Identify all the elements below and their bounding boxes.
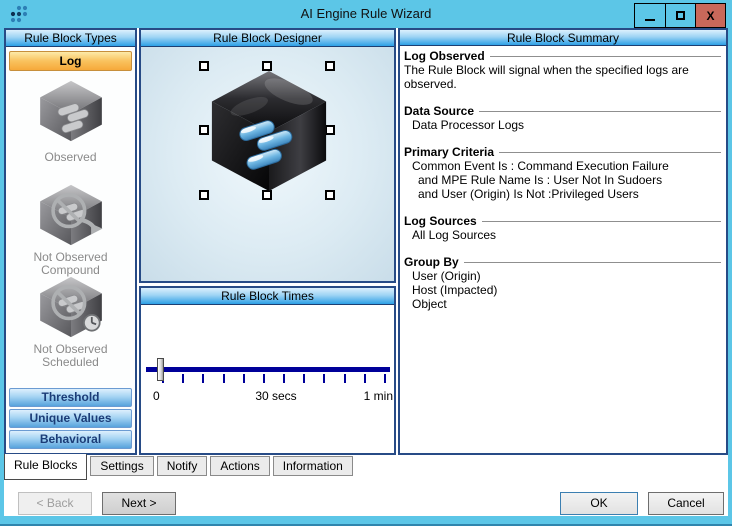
- tab-actions[interactable]: Actions: [210, 456, 270, 476]
- type-button-log[interactable]: Log: [9, 51, 132, 71]
- section-rule-line: [489, 55, 721, 57]
- tab-settings[interactable]: Settings: [90, 456, 154, 476]
- summary-section-data-source: Data Source Data Processor Logs: [404, 104, 721, 132]
- other-type-buttons: Threshold Unique Values Behavioral: [6, 386, 135, 451]
- rule-block-option-not-observed-compound[interactable]: Not Observed Compound: [6, 182, 135, 277]
- close-icon: X: [706, 8, 715, 23]
- rule-block-designer-header: Rule Block Designer: [141, 30, 394, 47]
- section-heading: Data Source: [404, 104, 475, 118]
- time-slider-ticks: [162, 374, 386, 383]
- title-bar: AI Engine Rule Wizard X: [0, 0, 732, 28]
- rule-block-option-not-observed-scheduled[interactable]: Not Observed Scheduled: [6, 274, 135, 369]
- maximize-button[interactable]: [665, 4, 695, 27]
- ai-engine-rule-wizard-window: AI Engine Rule Wizard X Rule Block Types…: [0, 0, 732, 526]
- rule-block-types-panel: Rule Block Types Log Observed Not Observ…: [4, 28, 137, 455]
- section-line: Object: [412, 297, 447, 311]
- rule-block-times-panel: Rule Block Times 0 30 secs 1 min: [139, 286, 396, 455]
- dialog-content: Rule Block Types Log Observed Not Observ…: [4, 28, 728, 516]
- cube-not-observed-compound-icon: [39, 184, 103, 246]
- section-line: User (Origin): [412, 269, 481, 283]
- time-label-1min: 1 min: [363, 389, 393, 403]
- close-button[interactable]: X: [695, 4, 725, 27]
- section-rule-line: [479, 110, 721, 112]
- option-label: Observed: [44, 150, 97, 164]
- back-button[interactable]: < Back: [18, 492, 92, 515]
- window-title: AI Engine Rule Wizard: [300, 6, 432, 21]
- section-line: Host (Impacted): [412, 283, 498, 297]
- section-heading: Log Sources: [404, 214, 477, 228]
- log-observed-cube-icon[interactable]: [205, 67, 333, 195]
- maximize-icon: [676, 11, 685, 20]
- type-button-unique-values[interactable]: Unique Values: [9, 409, 132, 428]
- summary-section-log-observed: Log Observed The Rule Block will signal …: [404, 49, 721, 91]
- cancel-button[interactable]: Cancel: [648, 492, 724, 515]
- rule-block-option-observed[interactable]: Observed: [6, 78, 135, 164]
- option-label: Scheduled: [42, 355, 99, 369]
- section-heading: Group By: [404, 255, 459, 269]
- cube-not-observed-scheduled-icon: [39, 276, 102, 338]
- ok-button[interactable]: OK: [560, 492, 638, 515]
- rule-block-summary-panel: Rule Block Summary Log Observed The Rule…: [398, 28, 728, 455]
- window-controls: X: [634, 3, 726, 28]
- section-rule-line: [463, 261, 721, 263]
- rule-block-summary-header: Rule Block Summary: [400, 30, 726, 46]
- type-button-threshold[interactable]: Threshold: [9, 388, 132, 407]
- cube-observed-icon: [39, 80, 102, 142]
- tab-notify[interactable]: Notify: [156, 456, 208, 476]
- section-rule-line: [481, 220, 721, 222]
- section-heading: Log Observed: [404, 49, 485, 63]
- type-button-behavioral[interactable]: Behavioral: [9, 430, 132, 449]
- section-line: and MPE Rule Name Is : User Not In Sudoe…: [418, 173, 663, 187]
- time-label-30secs: 30 secs: [255, 389, 297, 403]
- tab-rule-blocks[interactable]: Rule Blocks: [4, 454, 88, 480]
- time-slider-thumb[interactable]: [157, 358, 164, 381]
- section-line: Data Processor Logs: [412, 118, 525, 132]
- tab-information[interactable]: Information: [272, 456, 353, 476]
- time-slider-track[interactable]: [146, 367, 390, 372]
- rule-block-times-header: Rule Block Times: [141, 288, 394, 305]
- minimize-button[interactable]: [635, 4, 665, 27]
- section-rule-line: [499, 151, 721, 153]
- minimize-icon: [645, 18, 655, 21]
- section-line: and User (Origin) Is Not :Privileged Use…: [418, 187, 639, 201]
- next-button[interactable]: Next >: [102, 492, 176, 515]
- summary-section-primary-criteria: Primary Criteria Common Event Is : Comma…: [404, 145, 721, 201]
- time-slider-area: 0 30 secs 1 min: [141, 305, 394, 453]
- section-line: The Rule Block will signal when the spec…: [404, 63, 689, 91]
- summary-section-log-sources: Log Sources All Log Sources: [404, 214, 721, 242]
- wizard-tab-strip: Rule Blocks Settings Notify Actions Info…: [4, 454, 353, 482]
- section-line: All Log Sources: [412, 228, 497, 242]
- designer-canvas[interactable]: [141, 47, 394, 281]
- rule-block-types-header: Rule Block Types: [6, 30, 135, 47]
- section-heading: Primary Criteria: [404, 145, 495, 159]
- summary-body: Log Observed The Rule Block will signal …: [400, 46, 726, 451]
- rule-block-designer-panel: Rule Block Designer: [139, 28, 396, 283]
- section-line: Common Event Is : Command Execution Fail…: [412, 159, 669, 173]
- time-label-0: 0: [153, 389, 160, 403]
- summary-section-group-by: Group By User (Origin) Host (Impacted) O…: [404, 255, 721, 311]
